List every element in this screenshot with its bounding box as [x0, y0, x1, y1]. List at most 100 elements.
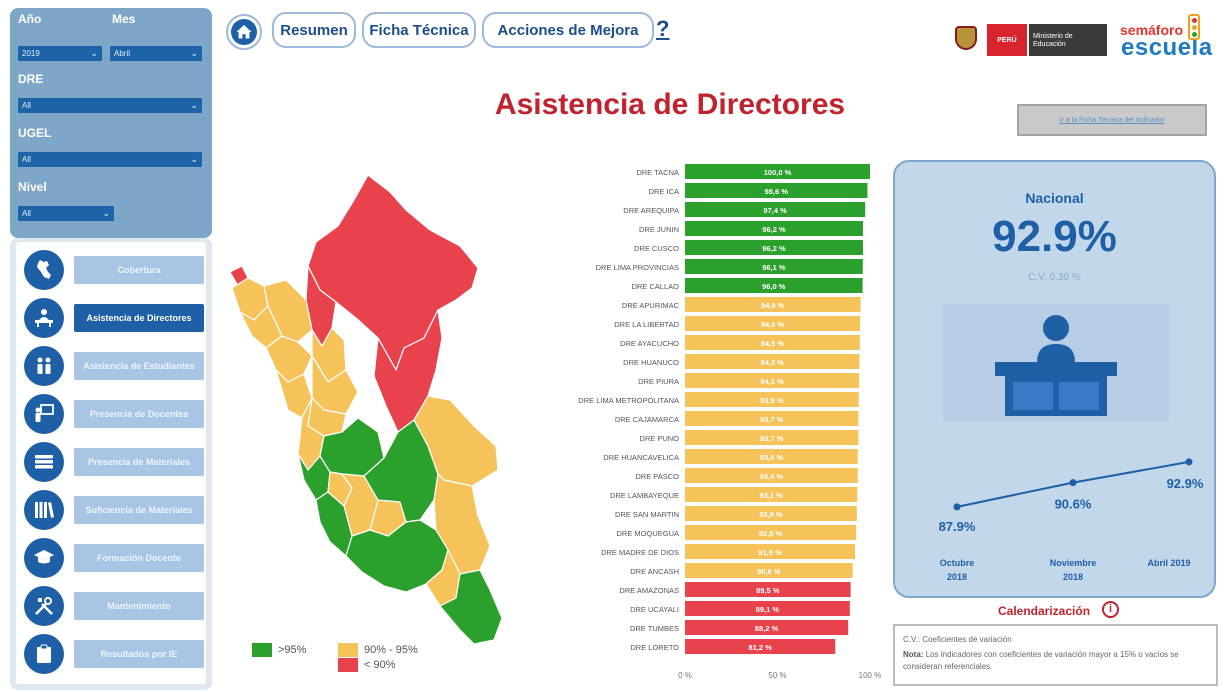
note-text: Los indicadores con coeficientes de vari…	[903, 650, 1179, 671]
nav-button-label[interactable]: Suficiencia de Materiales	[74, 496, 204, 524]
dre-select[interactable]: All ⌄	[18, 98, 202, 113]
bar-value-label: 93,7 %	[760, 434, 784, 443]
nav-item-presencia-materiales[interactable]: Presencia de Materiales	[22, 442, 212, 482]
legend-swatch-yellow	[338, 643, 358, 657]
nav-button-label[interactable]: Cobertura	[74, 256, 204, 284]
bar-category-label: DRE JUNIN	[639, 225, 679, 234]
nav-button-label[interactable]: Formación Docente	[74, 544, 204, 572]
traffic-light-icon	[1188, 14, 1200, 40]
legend-swatch-green	[252, 643, 272, 657]
clipboard-icon	[24, 634, 64, 674]
bar-category-label: DRE LIMA METROPOLITANA	[578, 396, 679, 405]
bar-value-label: 100,0 %	[764, 168, 792, 177]
bar-value-label: 96,0 %	[762, 282, 786, 291]
chevron-down-icon: ⌄	[190, 100, 198, 110]
anio-select[interactable]: 2019 ⌄	[18, 46, 102, 61]
nav-button-label[interactable]: Mantenimiento	[74, 592, 204, 620]
mes-select[interactable]: Abril ⌄	[110, 46, 202, 61]
bar-category-label: DRE LA LIBERTAD	[614, 320, 679, 329]
calendarizacion-link[interactable]: Calendarización	[998, 604, 1090, 618]
peru-shield-icon	[955, 26, 977, 50]
bar-category-label: DRE HUANCAVELICA	[603, 453, 679, 462]
nav-item-resultados-ie[interactable]: Resultados por IE	[22, 634, 212, 674]
bar-value-label: 90,6 %	[757, 567, 781, 576]
bar-category-label: DRE LIMA PROVINCIAS	[596, 263, 679, 272]
ficha-tecnica-link-button[interactable]: Ir a la Ficha Técnica del Indicador	[1017, 104, 1207, 136]
dre-bar-chart: DRE TACNA 100,0 % DRE ICA 98,6 % DRE AREQUIP…	[578, 164, 881, 680]
nivel-select[interactable]: All ⌄	[18, 206, 114, 221]
trend-point	[1069, 479, 1077, 487]
bar-category-label: DRE LORETO	[630, 643, 679, 652]
region-la-libertad[interactable]	[265, 335, 313, 383]
bar-category-label: DRE CALLAO	[631, 282, 679, 291]
tab-acciones-mejora[interactable]: Acciones de Mejora	[482, 12, 654, 48]
trend-value-label: 87.9%	[939, 519, 976, 534]
nav-item-presencia-docentes[interactable]: Presencia de Docentes	[22, 394, 212, 434]
graduation-cap-icon	[24, 538, 64, 578]
filter-mes-label: Mes	[112, 12, 136, 26]
info-icon[interactable]: i	[1102, 601, 1119, 618]
help-link[interactable]: ?	[656, 16, 669, 42]
nav-button-label[interactable]: Asistencia de Estudiantes	[74, 352, 204, 380]
page-title: Asistencia de Directores	[494, 88, 846, 121]
trend-period-label: 2018	[947, 572, 967, 582]
tab-ficha-tecnica[interactable]: Ficha Técnica	[362, 12, 476, 48]
bar-value-label: 93,1 %	[759, 491, 783, 500]
bar-category-label: DRE CUSCO	[634, 244, 679, 253]
nav-button-label[interactable]: Presencia de Docentes	[74, 400, 204, 428]
trend-value-label: 92.9%	[1167, 476, 1204, 491]
filters-panel: Año Mes 2019 ⌄ Abril ⌄ DRE All ⌄ UGEL All ⌄ …	[10, 8, 212, 238]
bar-value-label: 92,9 %	[759, 510, 783, 519]
trend-point	[1185, 458, 1193, 466]
bar-category-label: DRE TUMBES	[630, 624, 679, 633]
bar-value-label: 94,5 %	[761, 339, 785, 348]
note-body: Nota: Los indicadores con coeficientes d…	[903, 649, 1208, 673]
logos: PERÚ Ministerio de Educación semáforo es…	[955, 14, 1221, 70]
filter-ugel-label: UGEL	[18, 126, 52, 140]
filter-nivel-label: Nivel	[18, 180, 47, 194]
legend-swatch-red	[338, 658, 358, 672]
peru-map-icon	[24, 250, 64, 290]
bar-category-label: DRE PASCO	[635, 472, 679, 481]
nivel-select-value: All	[22, 209, 31, 218]
trend-value-label: 90.6%	[1055, 497, 1092, 512]
director-desk-icon	[995, 315, 1117, 416]
bar-category-label: DRE ICA	[649, 187, 679, 196]
nav-item-formacion-docente[interactable]: Formación Docente	[22, 538, 212, 578]
nav-item-mantenimiento[interactable]: Mantenimiento	[22, 586, 212, 626]
bar-value-label: 94,1 %	[760, 377, 784, 386]
mes-select-value: Abril	[114, 49, 131, 58]
dre-select-value: All	[22, 101, 31, 110]
bar-value-label: 89,5 %	[756, 586, 780, 595]
nav-item-suficiencia-materiales[interactable]: Suficiencia de Materiales	[22, 490, 212, 530]
nav-item-asistencia-estudiantes[interactable]: Asistencia de Estudiantes	[22, 346, 212, 386]
nav-item-asistencia-directores[interactable]: Asistencia de Directores	[22, 298, 212, 338]
bar-category-label: DRE AREQUIPA	[623, 206, 679, 215]
home-icon	[231, 19, 257, 45]
home-button[interactable]	[226, 14, 262, 50]
bar-category-label: DRE MADRE DE DIOS	[601, 548, 679, 557]
bar-category-label: DRE LAMBAYEQUE	[610, 491, 679, 500]
nav-button-label[interactable]: Presencia de Materiales	[74, 448, 204, 476]
bar-value-label: 92,5 %	[759, 529, 783, 538]
filter-dre-label: DRE	[18, 72, 44, 86]
nav-button-label[interactable]: Resultados por IE	[74, 640, 204, 668]
chevron-down-icon: ⌄	[190, 154, 198, 164]
x-tick-label: 0 %	[678, 671, 692, 680]
bar-value-label: 94,9 %	[761, 301, 785, 310]
books-stack-icon	[24, 442, 64, 482]
ugel-select-value: All	[22, 155, 31, 164]
bar-value-label: 93,4 %	[760, 472, 784, 481]
trend-period-label: Octubre	[940, 558, 975, 568]
nav-button-label[interactable]: Asistencia de Directores	[74, 304, 204, 332]
bookshelf-icon	[24, 490, 64, 530]
bar-category-label: DRE UCAYALI	[630, 605, 679, 614]
teacher-board-icon	[24, 394, 64, 434]
tab-resumen[interactable]: Resumen	[272, 12, 356, 48]
ugel-select[interactable]: All ⌄	[18, 152, 202, 167]
cv-note: C.V.: Coeficientes de variación Nota: Lo…	[893, 624, 1218, 686]
bar-value-label: 93,4 %	[760, 453, 784, 462]
bar-category-label: DRE APURIMAC	[622, 301, 680, 310]
nav-item-cobertura[interactable]: Cobertura	[22, 250, 212, 290]
bar-value-label: 89,1 %	[756, 605, 780, 614]
